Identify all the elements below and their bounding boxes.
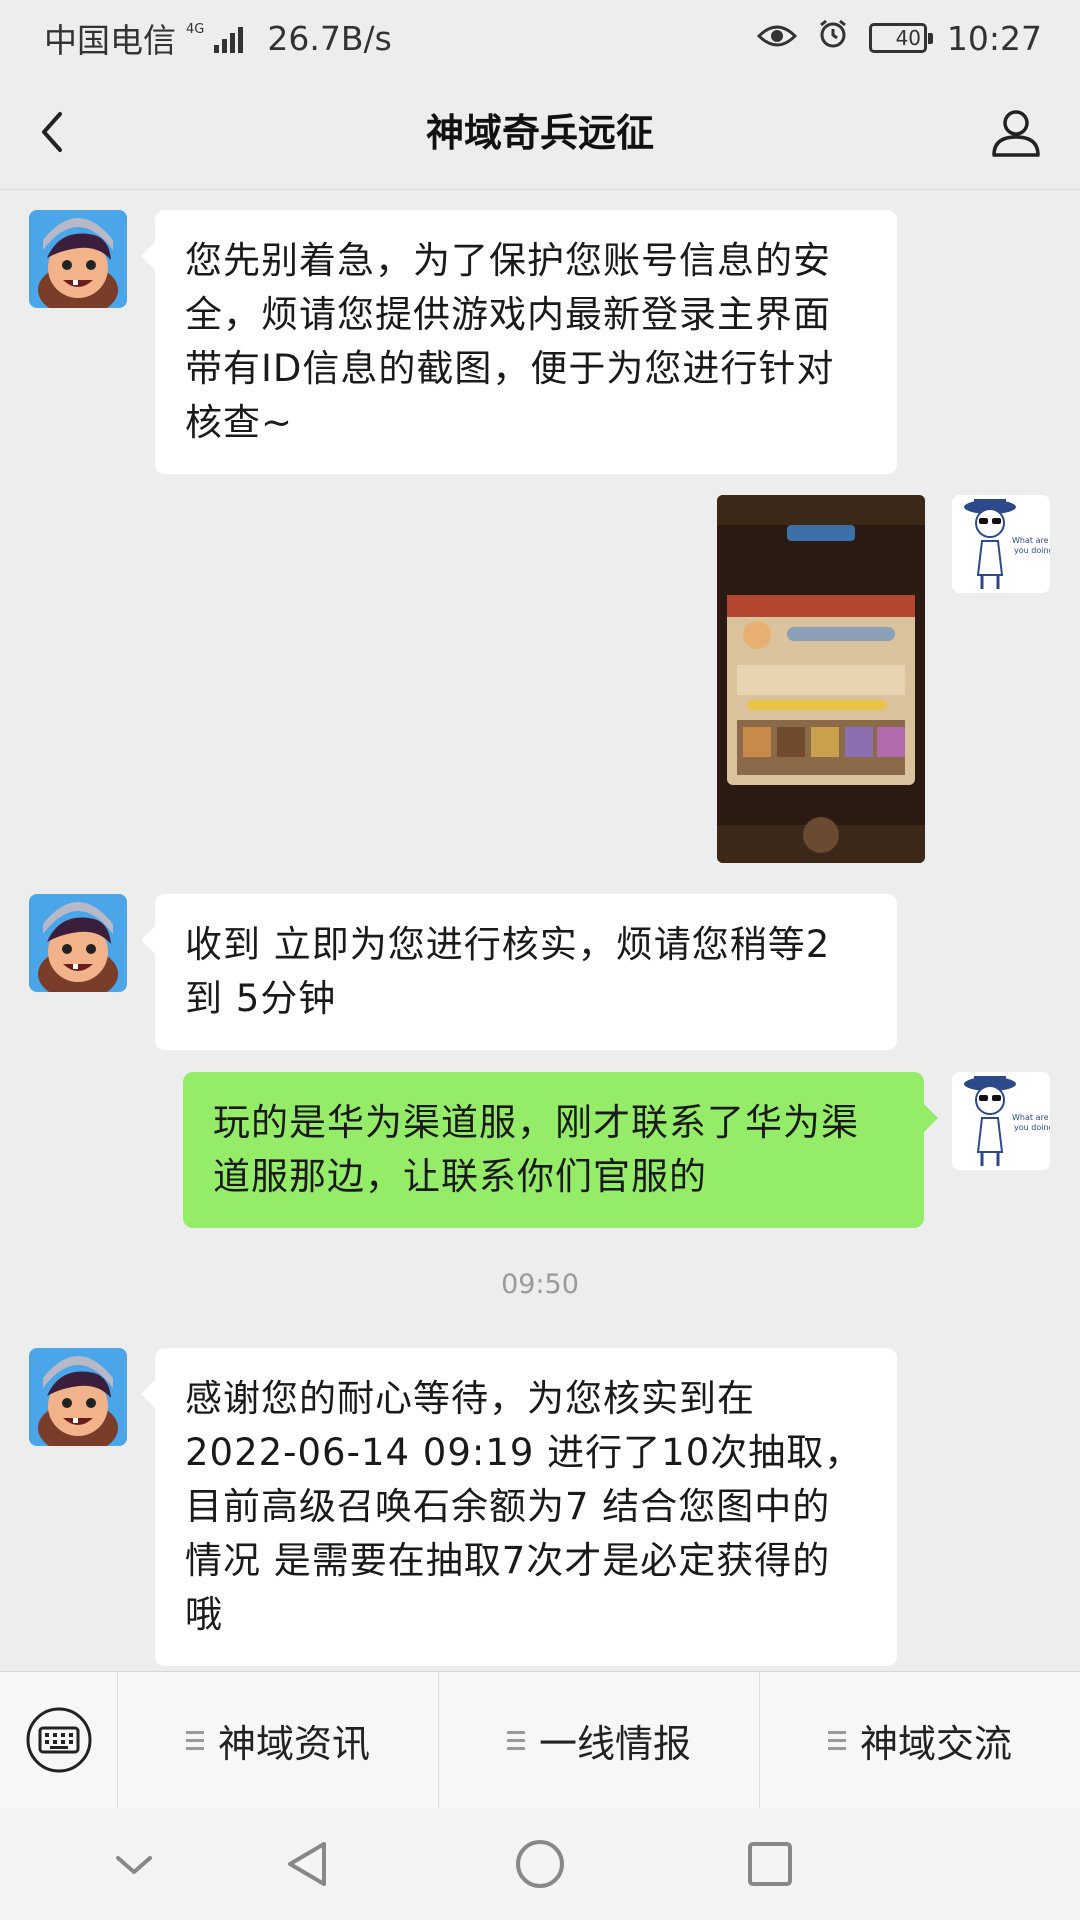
square-recent-icon xyxy=(748,1842,792,1886)
battery-level: 40 xyxy=(895,26,922,50)
nav-collapse-button[interactable] xyxy=(106,1836,162,1892)
official-avatar[interactable] xyxy=(29,1348,127,1446)
keyboard-toggle-button[interactable] xyxy=(0,1672,118,1808)
status-right: 40 10:27 xyxy=(756,18,1042,58)
status-left: 中国电信 4G 26.7B/s xyxy=(44,14,392,62)
user-avatar[interactable]: What are you doing? xyxy=(952,495,1050,593)
message-list[interactable]: 您先别着急，为了保护您账号信息的安全，烦请您提供游戏内最新登录主界面带有ID信息… xyxy=(0,191,1080,1671)
menu-lines-icon xyxy=(827,1730,846,1750)
carrier-label: 中国电信 xyxy=(44,21,176,60)
message-bubble-incoming[interactable]: 您先别着急，为了保护您账号信息的安全，烦请您提供游戏内最新登录主界面带有ID信息… xyxy=(141,210,897,474)
nav-back-button[interactable] xyxy=(280,1836,336,1892)
svg-text:What are: What are xyxy=(1012,536,1049,545)
circle-home-icon xyxy=(516,1840,564,1888)
chat-header: 神域奇兵远征 xyxy=(0,76,1080,190)
message-bubble-incoming[interactable]: 感谢您的耐心等待，为您核实到在2022-06-14 09:19 进行了10次抽取… xyxy=(141,1348,897,1666)
menu-item-label: 神域交流 xyxy=(859,1721,1012,1766)
screenshot-image[interactable] xyxy=(717,495,925,863)
user-avatar[interactable]: What are you doing? xyxy=(952,1072,1050,1170)
menu-lines-icon xyxy=(185,1730,204,1750)
svg-text:you doing?: you doing? xyxy=(1014,1123,1050,1132)
chevron-down-icon xyxy=(116,1856,152,1874)
network-type-label: 4G xyxy=(186,21,205,37)
menu-item-label: 神域资讯 xyxy=(217,1721,370,1766)
person-icon xyxy=(992,110,1040,157)
system-nav-bar xyxy=(0,1808,1080,1920)
nav-home-button[interactable] xyxy=(512,1836,568,1892)
official-avatar[interactable] xyxy=(29,210,127,308)
menu-item-label: 一线情报 xyxy=(538,1721,691,1766)
official-avatar[interactable] xyxy=(29,894,127,992)
signal-icon xyxy=(214,23,244,53)
network-speed: 26.7B/s xyxy=(267,18,392,58)
clock: 10:27 xyxy=(946,18,1042,58)
menu-item-news[interactable]: 神域资讯 xyxy=(118,1672,439,1808)
menu-lines-icon xyxy=(506,1730,525,1750)
svg-text:What are: What are xyxy=(1012,1113,1049,1122)
svg-text:you doing?: you doing? xyxy=(1014,546,1050,555)
profile-button[interactable] xyxy=(986,103,1046,163)
eye-icon xyxy=(756,19,798,58)
alarm-icon xyxy=(817,18,849,58)
message-timestamp: 09:50 xyxy=(501,1269,579,1300)
status-bar: 中国电信 4G 26.7B/s 40 10:27 xyxy=(0,0,1080,76)
service-menu-bar: 神域资讯 一线情报 神域交流 xyxy=(0,1671,1080,1808)
nav-recent-button[interactable] xyxy=(742,1836,798,1892)
keyboard-icon xyxy=(26,1707,91,1773)
menu-item-community[interactable]: 神域交流 xyxy=(760,1672,1080,1808)
message-bubble-outgoing[interactable]: 玩的是华为渠道服，刚才联系了华为渠道服那边，让联系你们官服的 xyxy=(183,1072,938,1228)
menu-item-intel[interactable]: 一线情报 xyxy=(439,1672,760,1808)
battery-icon: 40 xyxy=(868,23,933,53)
message-bubble-incoming[interactable]: 收到 立即为您进行核实，烦请您稍等2 到 5分钟 xyxy=(141,894,897,1050)
chat-title: 神域奇兵远征 xyxy=(425,111,654,155)
triangle-back-icon xyxy=(288,1842,326,1886)
